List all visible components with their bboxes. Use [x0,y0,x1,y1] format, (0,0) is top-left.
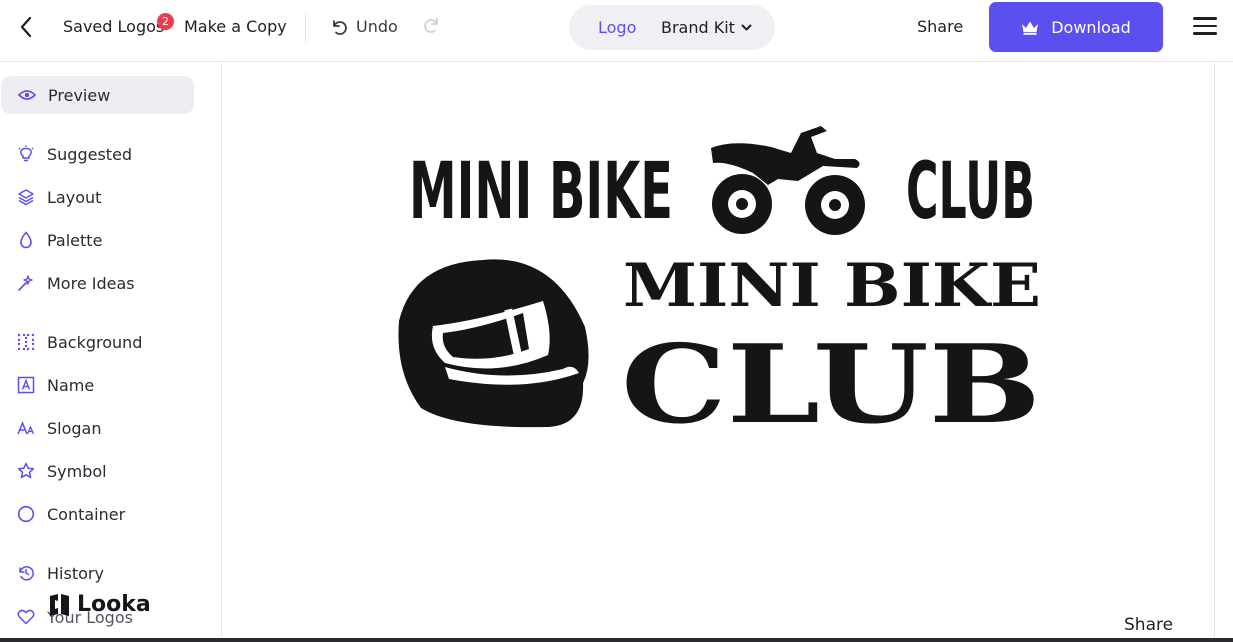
logo-brandkit-toggle: Logo Brand Kit [569,5,775,50]
sidebar-item-label: Preview [48,85,111,105]
sidebar-item-label: History [47,563,104,583]
sidebar-item-label: Layout [47,187,102,207]
sidebar-item-history[interactable]: History [0,554,193,592]
sidebar-item-palette[interactable]: Palette [0,221,193,259]
layers-icon [17,188,35,206]
sidebar-item-label: Background [47,332,143,352]
make-copy-button[interactable]: Make a Copy [184,17,287,36]
sidebar-item-label: Palette [47,230,103,250]
share-link-bottom[interactable]: Share [1124,615,1173,635]
sidebar-item-background[interactable]: Background [0,323,193,361]
logo2-name-line1: MINI BIKE [623,251,1041,321]
looka-mark-icon [50,593,69,616]
download-button[interactable]: Download [989,2,1163,52]
sidebar-item-container[interactable]: Container [0,495,193,533]
redo-button[interactable] [423,16,441,38]
chevron-left-icon [20,16,32,38]
motorcycle-icon [711,126,865,235]
sidebar-item-layout[interactable]: Layout [0,178,193,216]
saved-logos-count-badge: 2 [157,13,174,30]
tab-logo[interactable]: Logo [598,18,636,37]
sidebar-item-label: Name [47,375,95,395]
logo-preview: MINI BIKE CLUB MINI BIKE CLUB [398,126,1041,448]
eye-icon [18,86,36,104]
sidebar-item-label: More Ideas [47,273,135,293]
logo1-name-right: CLUB [906,147,1035,237]
back-button[interactable] [14,15,38,39]
sidebar-item-label: Slogan [47,418,102,438]
droplet-icon [17,231,35,249]
looka-brand-name: Looka [77,592,151,617]
sidebar-item-more-ideas[interactable]: More Ideas [0,264,193,302]
lightbulb-icon [17,145,35,163]
undo-icon [333,19,347,35]
sidebar-item-label: Suggested [47,144,133,164]
grid-icon [17,333,35,351]
hamburger-menu-button[interactable] [1193,17,1217,37]
share-button[interactable]: Share [917,17,963,36]
sidebar-item-name[interactable]: Name [0,366,193,404]
sidebar-item-label: Symbol [47,461,107,481]
redo-icon [424,18,438,33]
top-bar: Saved Logos 2 Make a Copy Undo Logo Bran… [0,0,1233,62]
menu-bar [1193,32,1217,35]
menu-bar [1193,17,1217,20]
logo2-name-line2: CLUB [621,322,1041,448]
sidebar-item-symbol[interactable]: Symbol [0,452,193,490]
circle-icon [17,505,35,523]
logo1-name-left: MINI BIKE [409,147,673,237]
download-label: Download [1051,17,1131,37]
text-box-icon [17,376,35,394]
helmet-icon [398,259,589,428]
undo-button[interactable]: Undo [330,17,398,36]
chevron-down-icon [741,24,752,30]
sidebar-item-label: Container [47,504,126,524]
sidebar-item-slogan[interactable]: Slogan [0,409,193,447]
star-icon [17,462,35,480]
sidebar-item-preview[interactable]: Preview [1,76,194,114]
bottom-edge-bar [0,638,1233,642]
brand-kit-label: Brand Kit [661,18,735,37]
divider [305,14,306,42]
history-icon [17,564,35,582]
heart-icon [17,608,35,626]
logo-preview-canvas: MINI BIKE CLUB MINI BIKE CLUB [223,63,1215,638]
font-size-icon [17,419,35,437]
sidebar-item-suggested[interactable]: Suggested [0,135,193,173]
saved-logos-link[interactable]: Saved Logos [63,17,164,36]
tab-brand-kit[interactable]: Brand Kit [661,18,752,37]
magic-wand-icon [17,274,35,292]
looka-brand-logo: Looka [47,592,151,617]
editor-sidebar: Preview Suggested Layout Palette More Id… [0,63,222,642]
menu-bar [1193,24,1217,27]
crown-icon [1022,21,1039,35]
undo-label: Undo [356,17,398,36]
